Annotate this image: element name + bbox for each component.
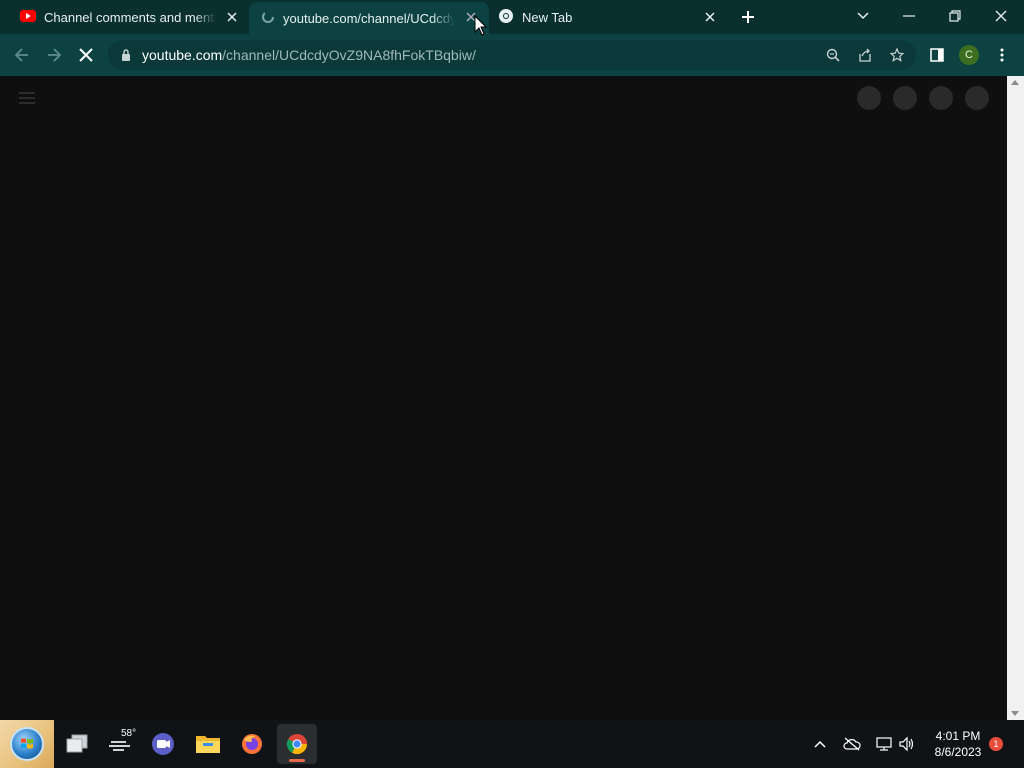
network-icon[interactable] — [875, 735, 893, 753]
side-panel-icon[interactable] — [928, 46, 946, 64]
clock-date: 8/6/2023 — [934, 745, 982, 759]
video-call-icon[interactable] — [144, 724, 184, 764]
url-path: /channel/UCdcdyOvZ9NA8fhFokTBqbiw/ — [222, 47, 476, 63]
screen: Channel comments and mentions youtube.co… — [0, 0, 1024, 768]
volume-icon[interactable] — [898, 735, 916, 753]
taskbar: 58° 4:01 PM 8/6/2023 1 — [0, 720, 1024, 768]
share-icon[interactable] — [857, 47, 873, 63]
file-explorer-icon[interactable] — [188, 724, 228, 764]
tab-channel-comments[interactable]: Channel comments and mentions — [10, 0, 248, 34]
lock-icon[interactable] — [120, 48, 132, 62]
url-text: youtube.com/channel/UCdcdyOvZ9NA8fhFokTB… — [142, 47, 476, 63]
browser-toolbar: youtube.com/channel/UCdcdyOvZ9NA8fhFokTB… — [0, 34, 1024, 76]
page-content — [0, 76, 1007, 720]
chrome-icon — [498, 8, 514, 27]
notification-badge[interactable]: 1 — [989, 737, 1003, 751]
skeleton-circle — [965, 86, 989, 110]
loading-icon — [261, 10, 275, 27]
system-clock[interactable]: 4:01 PM 8/6/2023 — [928, 728, 988, 760]
guide-menu-icon[interactable] — [19, 92, 35, 104]
start-button[interactable] — [0, 720, 54, 768]
skeleton-circle — [893, 86, 917, 110]
tab-new-tab[interactable]: New Tab — [490, 0, 726, 34]
task-view-icon[interactable] — [57, 724, 97, 764]
zoom-icon[interactable] — [825, 47, 841, 63]
show-hidden-icons-chevron-icon[interactable] — [811, 735, 829, 753]
skeleton-circle — [857, 86, 881, 110]
weather-temperature: 58° — [121, 728, 137, 739]
tab-search-chevron-icon[interactable] — [840, 0, 886, 32]
forward-button[interactable] — [43, 44, 65, 66]
close-tab-icon[interactable] — [224, 9, 240, 25]
stop-loading-button[interactable] — [75, 44, 97, 66]
scroll-up-arrow-icon[interactable] — [1011, 80, 1019, 85]
close-tab-icon[interactable] — [702, 9, 718, 25]
firefox-icon[interactable] — [232, 724, 272, 764]
page-scrollbar[interactable] — [1007, 76, 1024, 720]
bookmark-star-icon[interactable] — [889, 47, 905, 63]
restore-button[interactable] — [932, 0, 978, 32]
new-tab-button[interactable] — [738, 7, 758, 27]
mouse-cursor-icon — [474, 14, 488, 37]
profile-avatar[interactable]: C — [959, 45, 979, 65]
clock-time: 4:01 PM — [935, 729, 981, 743]
youtube-icon — [20, 9, 36, 25]
back-button[interactable] — [11, 44, 33, 66]
minimize-button[interactable] — [886, 0, 932, 32]
url-host: youtube.com — [142, 47, 223, 63]
tab-label: Channel comments and mentions — [44, 9, 216, 25]
onedrive-offline-icon[interactable] — [843, 735, 861, 753]
close-window-button[interactable] — [978, 0, 1024, 32]
scroll-down-arrow-icon[interactable] — [1011, 711, 1019, 716]
tab-label: New Tab — [522, 9, 573, 25]
windows-logo-icon — [10, 727, 44, 761]
tab-label: youtube.com/channel/UCdcdyOvZ9NA8fhFokTB… — [283, 10, 455, 26]
skeleton-circle — [929, 86, 953, 110]
chrome-icon[interactable] — [277, 724, 317, 764]
address-bar[interactable]: youtube.com/channel/UCdcdyOvZ9NA8fhFokTB… — [108, 40, 916, 70]
tab-strip: Channel comments and mentions youtube.co… — [0, 0, 1024, 34]
active-app-indicator — [289, 759, 305, 762]
menu-kebab-icon[interactable] — [993, 46, 1011, 64]
tab-youtube-channel[interactable]: youtube.com/channel/UCdcdyOvZ9NA8fhFokTB… — [249, 2, 489, 34]
